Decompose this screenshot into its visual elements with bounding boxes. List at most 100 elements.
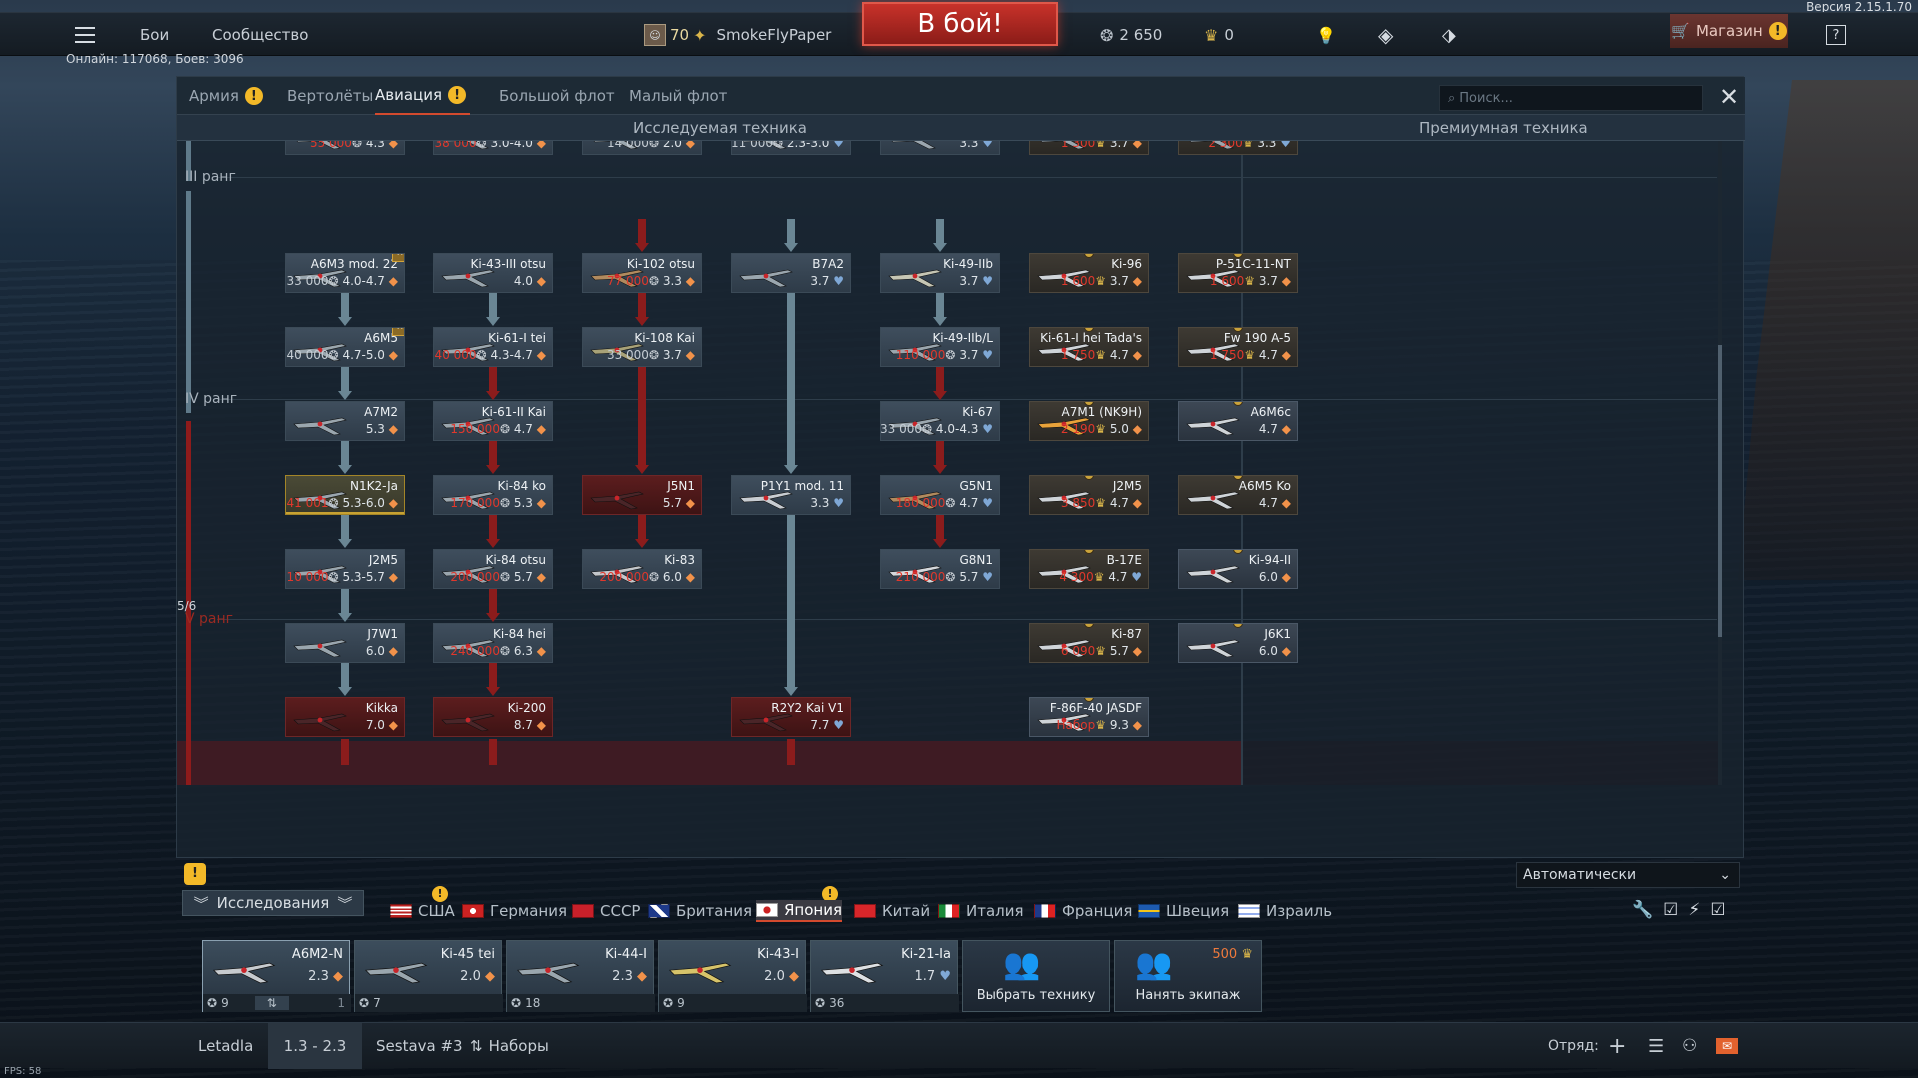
- vehicle-card[interactable]: Ki-49-IIa3.3 ♥: [880, 141, 1000, 155]
- vehicle-card[interactable]: B-17E 4 300♛ 4.7 ♥: [1029, 549, 1149, 589]
- vehicle-card[interactable]: J2M5 3 850♛ 4.7 ◆: [1029, 475, 1149, 515]
- vehicle-card[interactable]: Ki-108 Kai 33 000❂ 3.7 ◆: [582, 327, 702, 367]
- nation-tab-britain[interactable]: Британия: [648, 900, 752, 922]
- list-icon[interactable]: ☰: [1648, 1023, 1664, 1069]
- nation-tab-germany[interactable]: Германия: [462, 900, 567, 922]
- crew-slot[interactable]: Ki-21-Ia 1.7 ♥ ✪ 36: [810, 940, 959, 1012]
- crew-slot[interactable]: Ki-45 tei 2.0 ◆ ✪ 7: [354, 940, 503, 1012]
- vehicle-card[interactable]: J2M5210 000❂ 5.3-5.7 ◆: [285, 549, 405, 589]
- vehicle-card[interactable]: Ki-84 hei 240 000❂ 6.3 ◆: [433, 623, 553, 663]
- help-icon[interactable]: ?: [1826, 13, 1846, 57]
- menu-icon[interactable]: [72, 13, 98, 57]
- vehicle-card[interactable]: Ki-49-IIb 3.7 ♥: [880, 253, 1000, 293]
- tab-helicopters[interactable]: Вертолёты: [287, 77, 373, 115]
- research-dropdown[interactable]: ︾ Исследования ︾: [182, 890, 364, 916]
- lightbulb-icon[interactable]: 💡: [1316, 13, 1336, 57]
- battles-menu[interactable]: Бои: [140, 13, 169, 57]
- search-input[interactable]: ⌕ Поиск...: [1439, 85, 1703, 111]
- add-squad-icon[interactable]: +: [1608, 1023, 1626, 1069]
- mail-icon[interactable]: ✉: [1716, 1023, 1738, 1069]
- nation-tab-china[interactable]: Китай: [854, 900, 930, 922]
- close-icon[interactable]: ✕: [1719, 83, 1739, 111]
- research-cost: 140 000: [434, 348, 477, 362]
- checkbox-icon[interactable]: ☑: [1710, 900, 1725, 920]
- vehicle-card[interactable]: P-51C-11-NT 1 600♛ 3.7 ◆: [1178, 253, 1298, 293]
- vehicle-card[interactable]: Ki-84 otsu 200 000❂ 5.7 ◆: [433, 549, 553, 589]
- decals-icon[interactable]: ◈: [1378, 13, 1393, 57]
- vehicle-card[interactable]: R2Y2 Kai V1 7.7 ♥: [731, 697, 851, 737]
- vehicle-card[interactable]: Ki-61-II Kai 150 000❂ 4.7 ◆: [433, 401, 553, 441]
- vehicle-card[interactable]: Ki-49-IIb/L 110 000❂ 3.7 ♥: [880, 327, 1000, 367]
- ammo-icon[interactable]: ⚡: [1688, 900, 1700, 920]
- tab-army[interactable]: Армия!: [189, 77, 263, 115]
- nation-tab-france[interactable]: Франция: [1034, 900, 1132, 922]
- contacts-icon[interactable]: ⚇: [1682, 1023, 1697, 1069]
- crew-slot[interactable]: Ki-44-I 2.3 ◆ ✪ 18: [506, 940, 655, 1012]
- crew-slot[interactable]: Ki-43-I 2.0 ◆ ✪ 9: [658, 940, 807, 1012]
- vehicle-card[interactable]: N1K2-Ja 41 001❂ 5.3-6.0 ◆: [285, 475, 405, 515]
- vehicle-card[interactable]: Ki-83 200 000❂ 6.0 ◆: [582, 549, 702, 589]
- vehicle-card[interactable]: Ki-61-I hei Tada's 1 750♛ 4.7 ◆: [1029, 327, 1149, 367]
- choose-vehicle-slot[interactable]: 👥 Выбрать технику: [962, 940, 1110, 1012]
- vehicle-card[interactable]: B7A2 3.7 ♥: [731, 253, 851, 293]
- swap-icon[interactable]: ⇅: [254, 996, 289, 1010]
- vehicle-card[interactable]: J6K1 6.0 ◆: [1178, 623, 1298, 663]
- nation-tab-israel[interactable]: Израиль: [1238, 900, 1332, 922]
- tab-aviation[interactable]: Авиация!: [375, 77, 471, 115]
- wrench-icon[interactable]: 🔧: [1632, 900, 1653, 920]
- coupons-icon[interactable]: ⬗: [1442, 13, 1456, 57]
- vehicle-card[interactable]: F-86F-40 JASDF Набор♛ 9.3 ◆: [1029, 697, 1149, 737]
- vehicle-card[interactable]: Ki-84 ko 170 000❂ 5.3 ◆: [433, 475, 553, 515]
- gold-balance[interactable]: ♛ 0: [1204, 13, 1234, 57]
- vehicle-card[interactable]: Ki-43-III otsu 4.0 ◆: [433, 253, 553, 293]
- community-menu[interactable]: Сообщество: [212, 13, 308, 57]
- hire-crew-slot[interactable]: 👥 500 ♛ Нанять экипаж: [1114, 940, 1262, 1012]
- nation-tab-sweden[interactable]: Швеция: [1138, 900, 1229, 922]
- checkbox-icon[interactable]: ☑: [1663, 900, 1678, 920]
- tab-bluewater-fleet[interactable]: Большой флот: [499, 77, 615, 115]
- auto-select-dropdown[interactable]: Автоматически ⌄: [1516, 862, 1740, 888]
- battle-rating: 8.7: [513, 718, 533, 732]
- vehicle-card[interactable]: Fw 190 A-5 1 750♛ 4.7 ◆: [1178, 327, 1298, 367]
- vehicle-card[interactable]: H8K32 300♛ 3.3 ♥: [1178, 141, 1298, 155]
- tree-scrollbar[interactable]: [1718, 141, 1722, 785]
- vehicle-card[interactable]: Ki-94-II 6.0 ◆: [1178, 549, 1298, 589]
- shop-button[interactable]: 🛒 Магазин !: [1670, 14, 1788, 48]
- tree-connector: [936, 367, 944, 393]
- vehicle-card[interactable]: G8N1 210 000❂ 5.7 ♥: [880, 549, 1000, 589]
- vehicle-card[interactable]: Kikka 7.0 ◆: [285, 697, 405, 737]
- vehicle-card[interactable]: Ki-100-II1 300♛ 3.7 ◆: [1029, 141, 1149, 155]
- vehicle-card[interactable]: J7W1 6.0 ◆: [285, 623, 405, 663]
- vehicle-card[interactable]: Ki-67 33 000❂ 4.0-4.3 ♥: [880, 401, 1000, 441]
- crew-slot[interactable]: A6M2-N 2.3 ◆ ✪ 9 ⇅ 1: [202, 940, 351, 1012]
- vehicle-card[interactable]: J5N1 5.7 ◆: [582, 475, 702, 515]
- vehicle-card[interactable]: A6M6c 4.7 ◆: [1178, 401, 1298, 441]
- vehicle-card[interactable]: Ki-61-I otsu38 000❂ 3.0-4.0 ◆: [433, 141, 553, 155]
- nation-tab-usa[interactable]: США: [390, 900, 455, 922]
- vehicle-card[interactable]: Ki-102 otsu 77 000❂ 3.3 ◆: [582, 253, 702, 293]
- nation-tab-italy[interactable]: Италия: [938, 900, 1024, 922]
- vehicle-card[interactable]: J2M255 000❂ 4.3 ◆: [285, 141, 405, 155]
- vehicle-card[interactable]: A6M540 000❂ 4.7-5.0 ◆★: [285, 327, 405, 367]
- vehicle-card[interactable]: A7M1 (NK9H) 2 190♛ 5.0 ◆: [1029, 401, 1149, 441]
- nation-tab-japan[interactable]: Япония: [756, 900, 842, 922]
- vehicle-card[interactable]: Ki-10914 000❂ 2.0 ◆: [582, 141, 702, 155]
- vehicle-card[interactable]: A7M2 5.3 ◆: [285, 401, 405, 441]
- presets-button[interactable]: ⇅ Наборы: [470, 1023, 549, 1069]
- vehicle-card[interactable]: A6M5 Ko 4.7 ◆: [1178, 475, 1298, 515]
- nation-tab-ussr[interactable]: СССР: [572, 900, 640, 922]
- vehicle-card[interactable]: A6M3 mod. 2233 000❂ 4.0-4.7 ◆★: [285, 253, 405, 293]
- vehicle-card[interactable]: P1Y1 mod. 11 3.3 ♥: [731, 475, 851, 515]
- vehicle-card[interactable]: D4Y11 000❂ 2.3-3.0 ♥: [731, 141, 851, 155]
- vehicle-card[interactable]: Ki-200 8.7 ◆: [433, 697, 553, 737]
- player-profile[interactable]: ☺ 70 ✦ SmokeFlyPaper: [644, 13, 831, 57]
- vehicle-card[interactable]: G5N1 180 000❂ 4.7 ♥: [880, 475, 1000, 515]
- vehicle-card[interactable]: Ki-96 1 600♛ 3.7 ◆: [1029, 253, 1149, 293]
- shield-warning-icon[interactable]: !: [184, 862, 206, 885]
- preset-name[interactable]: Letadla: [198, 1023, 253, 1069]
- crew-set-selector[interactable]: Sestava #3: [376, 1023, 463, 1069]
- tab-coastal-fleet[interactable]: Малый флот: [629, 77, 727, 115]
- vehicle-card[interactable]: Ki-61-I tei140 000❂ 4.3-4.7 ◆: [433, 327, 553, 367]
- vehicle-card[interactable]: Ki-87 6 090♛ 5.7 ◆: [1029, 623, 1149, 663]
- to-battle-button[interactable]: В бой!: [862, 2, 1058, 46]
